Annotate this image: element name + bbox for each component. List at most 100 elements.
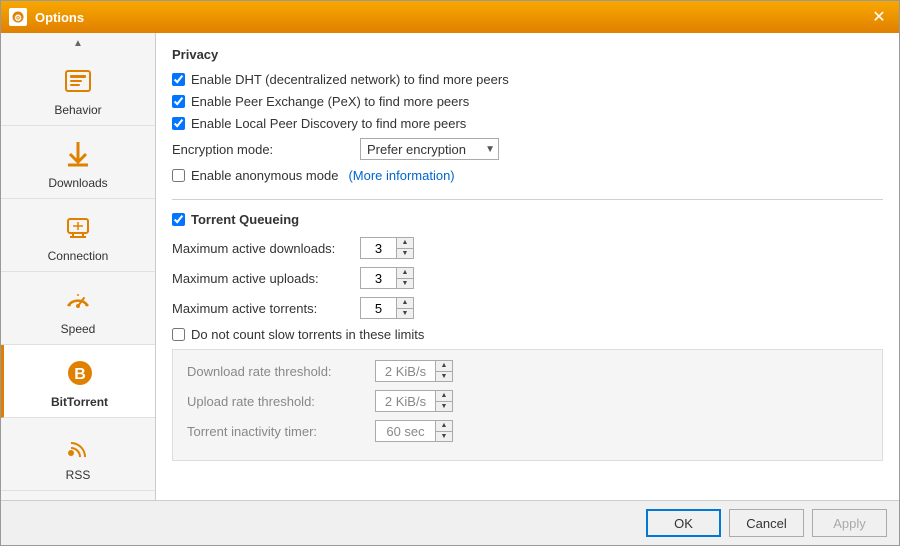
encryption-mode-select[interactable]: Prefer encryption Force encryption Disab… xyxy=(360,138,499,160)
dht-checkbox[interactable] xyxy=(172,73,185,86)
sidebar-item-connection-label: Connection xyxy=(48,249,109,263)
title-bar: ⚙ Options ✕ xyxy=(1,1,899,33)
pex-label[interactable]: Enable Peer Exchange (PeX) to find more … xyxy=(191,94,469,109)
max-torrents-decrement[interactable]: ▼ xyxy=(397,308,413,318)
apply-button[interactable]: Apply xyxy=(812,509,887,537)
inactivity-row: Torrent inactivity timer: ▲ ▼ xyxy=(187,420,868,442)
pex-checkbox[interactable] xyxy=(172,95,185,108)
bottom-bar: OK Cancel Apply xyxy=(1,500,899,545)
max-uploads-decrement[interactable]: ▼ xyxy=(397,278,413,288)
upload-threshold-decrement[interactable]: ▼ xyxy=(436,401,452,411)
local-peer-checkbox[interactable] xyxy=(172,117,185,130)
max-downloads-increment[interactable]: ▲ xyxy=(397,238,413,248)
max-uploads-label: Maximum active uploads: xyxy=(172,271,352,286)
queueing-section: Torrent Queueing Maximum active download… xyxy=(172,212,883,461)
max-downloads-label: Maximum active downloads: xyxy=(172,241,352,256)
sidebar-item-tools[interactable] xyxy=(1,491,155,500)
max-torrents-spinbox-btns: ▲ ▼ xyxy=(396,297,414,319)
svg-text:B: B xyxy=(74,366,86,383)
max-torrents-label: Maximum active torrents: xyxy=(172,301,352,316)
local-peer-label[interactable]: Enable Local Peer Discovery to find more… xyxy=(191,116,466,131)
rss-icon xyxy=(60,428,96,464)
upload-threshold-row: Upload rate threshold: ▲ ▼ xyxy=(187,390,868,412)
max-uploads-row: Maximum active uploads: ▲ ▼ xyxy=(172,267,883,289)
download-threshold-spinbox: ▲ ▼ xyxy=(375,360,453,382)
encryption-mode-label: Encryption mode: xyxy=(172,142,352,157)
sidebar: ▲ Behavior xyxy=(1,33,156,500)
ok-button[interactable]: OK xyxy=(646,509,721,537)
privacy-section-title: Privacy xyxy=(172,47,883,62)
inactivity-label: Torrent inactivity timer: xyxy=(187,424,367,439)
anon-label[interactable]: Enable anonymous mode xyxy=(191,168,338,183)
slow-checkbox[interactable] xyxy=(172,328,185,341)
sidebar-item-rss[interactable]: RSS xyxy=(1,418,155,491)
sidebar-scroll-up[interactable]: ▲ xyxy=(1,33,155,53)
download-threshold-input[interactable] xyxy=(375,360,435,382)
connection-icon xyxy=(60,209,96,245)
encryption-mode-row: Encryption mode: Prefer encryption Force… xyxy=(172,138,883,160)
sidebar-item-speed[interactable]: Speed xyxy=(1,272,155,345)
max-downloads-spinbox-btns: ▲ ▼ xyxy=(396,237,414,259)
max-downloads-input[interactable] xyxy=(360,237,396,259)
queueing-checkbox-row: Torrent Queueing xyxy=(172,212,883,227)
threshold-sub-section: Download rate threshold: ▲ ▼ Upload rate… xyxy=(172,349,883,461)
sidebar-item-speed-label: Speed xyxy=(61,322,96,336)
sidebar-item-downloads[interactable]: Downloads xyxy=(1,126,155,199)
max-torrents-input[interactable] xyxy=(360,297,396,319)
window-icon: ⚙ xyxy=(9,8,27,26)
sidebar-item-downloads-label: Downloads xyxy=(48,176,107,190)
max-torrents-increment[interactable]: ▲ xyxy=(397,298,413,308)
window-title: Options xyxy=(35,10,867,25)
max-uploads-spinbox: ▲ ▼ xyxy=(360,267,414,289)
max-uploads-input[interactable] xyxy=(360,267,396,289)
inactivity-spinbox-btns: ▲ ▼ xyxy=(435,420,453,442)
content-scroll-area[interactable]: Privacy Enable DHT (decentralized networ… xyxy=(156,33,899,500)
window-body: ▲ Behavior xyxy=(1,33,899,500)
anon-checkbox[interactable] xyxy=(172,169,185,182)
downloads-icon xyxy=(60,136,96,172)
max-downloads-spinbox: ▲ ▼ xyxy=(360,237,414,259)
sidebar-item-connection[interactable]: Connection xyxy=(1,199,155,272)
local-peer-checkbox-row: Enable Local Peer Discovery to find more… xyxy=(172,116,883,131)
dht-checkbox-row: Enable DHT (decentralized network) to fi… xyxy=(172,72,883,87)
max-uploads-spinbox-btns: ▲ ▼ xyxy=(396,267,414,289)
inactivity-input[interactable] xyxy=(375,420,435,442)
upload-threshold-input[interactable] xyxy=(375,390,435,412)
sidebar-item-behavior[interactable]: Behavior xyxy=(1,53,155,126)
queueing-checkbox[interactable] xyxy=(172,213,185,226)
max-torrents-row: Maximum active torrents: ▲ ▼ xyxy=(172,297,883,319)
main-content: Privacy Enable DHT (decentralized networ… xyxy=(156,33,899,500)
max-torrents-spinbox: ▲ ▼ xyxy=(360,297,414,319)
behavior-icon xyxy=(60,63,96,99)
sidebar-item-bittorrent-label: BitTorrent xyxy=(51,395,108,409)
inactivity-decrement[interactable]: ▼ xyxy=(436,431,452,441)
section-divider-1 xyxy=(172,199,883,200)
close-button[interactable]: ✕ xyxy=(867,5,891,29)
pex-checkbox-row: Enable Peer Exchange (PeX) to find more … xyxy=(172,94,883,109)
queueing-label[interactable]: Torrent Queueing xyxy=(191,212,299,227)
sidebar-item-behavior-label: Behavior xyxy=(54,103,101,117)
more-info-link[interactable]: (More information) xyxy=(348,168,454,183)
options-window: ⚙ Options ✕ ▲ Behavior xyxy=(0,0,900,546)
download-threshold-increment[interactable]: ▲ xyxy=(436,361,452,371)
upload-threshold-increment[interactable]: ▲ xyxy=(436,391,452,401)
download-threshold-label: Download rate threshold: xyxy=(187,364,367,379)
upload-threshold-spinbox: ▲ ▼ xyxy=(375,390,453,412)
sidebar-item-rss-label: RSS xyxy=(66,468,91,482)
dht-label[interactable]: Enable DHT (decentralized network) to fi… xyxy=(191,72,509,87)
upload-threshold-spinbox-btns: ▲ ▼ xyxy=(435,390,453,412)
anon-checkbox-row: Enable anonymous mode (More information) xyxy=(172,168,883,183)
max-downloads-row: Maximum active downloads: ▲ ▼ xyxy=(172,237,883,259)
inactivity-spinbox: ▲ ▼ xyxy=(375,420,453,442)
slow-checkbox-row: Do not count slow torrents in these limi… xyxy=(172,327,883,342)
sidebar-item-bittorrent[interactable]: B BitTorrent xyxy=(1,345,155,418)
upload-threshold-label: Upload rate threshold: xyxy=(187,394,367,409)
max-uploads-increment[interactable]: ▲ xyxy=(397,268,413,278)
encryption-mode-dropdown-wrapper: Prefer encryption Force encryption Disab… xyxy=(360,138,499,160)
download-threshold-decrement[interactable]: ▼ xyxy=(436,371,452,381)
max-downloads-decrement[interactable]: ▼ xyxy=(397,248,413,258)
download-threshold-spinbox-btns: ▲ ▼ xyxy=(435,360,453,382)
inactivity-increment[interactable]: ▲ xyxy=(436,421,452,431)
cancel-button[interactable]: Cancel xyxy=(729,509,804,537)
slow-label[interactable]: Do not count slow torrents in these limi… xyxy=(191,327,424,342)
